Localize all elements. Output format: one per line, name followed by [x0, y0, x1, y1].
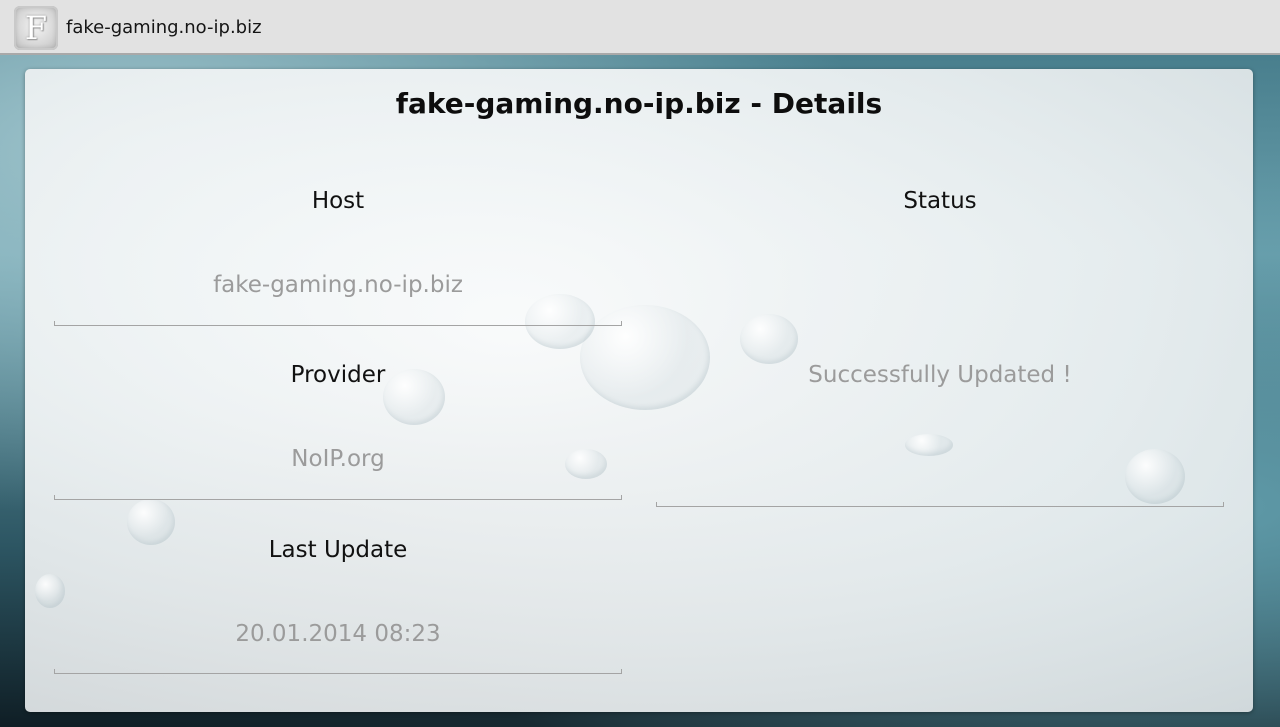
water-drop-decoration [525, 294, 595, 349]
app-logo-glyph: F [24, 9, 48, 47]
status-value: Successfully Updated ! [808, 362, 1072, 388]
water-drop-decoration [35, 574, 65, 608]
water-drop-decoration [905, 434, 953, 456]
provider-label: Provider [290, 362, 386, 388]
host-field-underline [54, 321, 622, 326]
details-card: fake-gaming.no-ip.biz - Details Host fak… [25, 69, 1253, 712]
provider-value: NoIP.org [291, 446, 385, 472]
last-update-label: Last Update [268, 537, 408, 563]
status-field-underline [656, 502, 1224, 507]
app-logo-icon[interactable]: F [14, 6, 58, 50]
details-title: fake-gaming.no-ip.biz - Details [395, 87, 883, 120]
water-drop-decoration [740, 314, 798, 364]
status-label: Status [903, 188, 977, 214]
last-update-field-underline [54, 669, 622, 674]
provider-field-underline [54, 495, 622, 500]
host-value: fake-gaming.no-ip.biz [213, 272, 463, 298]
action-bar: F fake-gaming.no-ip.biz [0, 0, 1280, 55]
last-update-value: 20.01.2014 08:23 [235, 621, 441, 647]
water-drop-decoration [580, 305, 710, 410]
water-drop-decoration [1125, 449, 1185, 504]
host-label: Host [311, 188, 365, 214]
action-bar-title: fake-gaming.no-ip.biz [66, 17, 262, 38]
